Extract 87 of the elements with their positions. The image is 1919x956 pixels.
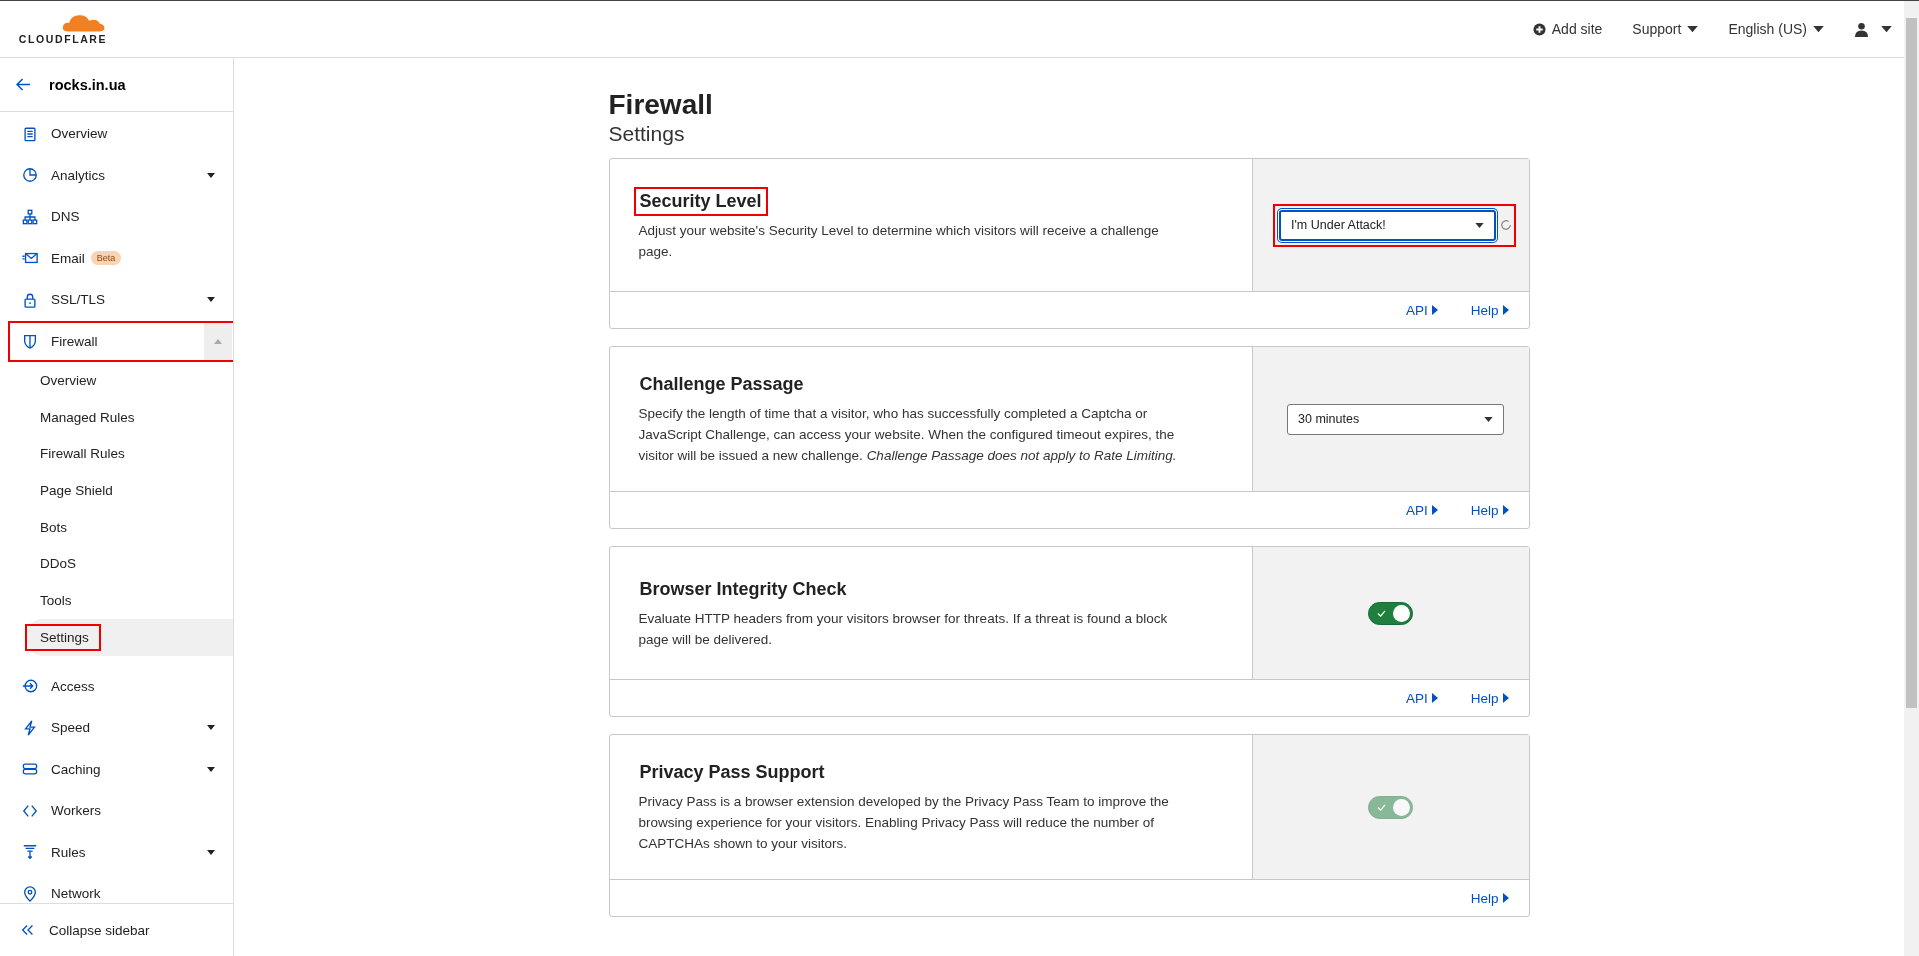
card-title: Privacy Pass Support [638,761,826,784]
sidebar-subitem[interactable]: Tools [25,582,233,619]
bolt-icon [22,719,38,736]
caret-icon [1475,222,1484,228]
sitemap-icon [22,208,38,225]
card-link[interactable]: Help [1470,690,1509,706]
collapse-sidebar-button[interactable]: Collapse sidebar [0,903,233,956]
subitem-label: Overview [39,371,98,390]
caret-right-icon [1502,305,1509,315]
card-link[interactable]: API [1405,302,1438,318]
sidebar-subitem[interactable]: Settings [25,618,233,656]
card-description: Adjust your website's Security Level to determine which visitors will receive a challenge page. [638,221,1160,261]
caret-right-icon [1431,505,1438,515]
check-icon [1377,803,1386,811]
subitem-label: Settings [25,623,101,651]
funnel-icon [22,844,38,861]
subitem-label: Managed Rules [39,408,136,427]
cloudflare-logo[interactable]: CLOUDFLARE [14,13,112,45]
stack-icon [22,761,38,778]
sidebar-subitem[interactable]: Managed Rules [25,398,233,436]
add-site-button[interactable]: Add site [1532,21,1603,37]
card-title: Security Level [633,186,768,216]
sidebar-subitem[interactable]: Bots [25,508,233,546]
site-back-link[interactable]: rocks.in.ua [0,58,233,112]
subitem-label: Page Shield [39,481,114,500]
sidebar-item[interactable]: Speed [8,707,232,749]
card-description: Specify the length of time that a visitor, who has successfully completed a Captcha or JavaScript Challenge, can access your website. When the configured timeout expires, the visitor will be issued a new challenge. Challenge Passage does not apply to Rate Limiting. [638,405,1178,465]
toggle-switch[interactable] [1368,601,1413,625]
code-icon [22,802,38,819]
pie-icon [22,167,38,184]
caret-right-icon [1502,893,1509,903]
card-description: Evaluate HTTP headers from your visitors browser for threats. If a threat is found a block page will be delivered. [638,609,1169,649]
access-icon [22,678,38,695]
menu-dropdown[interactable]: Support [1632,21,1699,37]
caret-icon [1881,25,1892,33]
card-title: Challenge Passage [638,373,805,396]
caret-icon [1813,25,1824,33]
page-title: Firewall [608,90,714,120]
sidebar-item[interactable]: Workers [8,790,232,832]
card-link[interactable]: Help [1470,302,1509,318]
caret-right-icon [1431,693,1438,703]
sidebar-item[interactable]: Caching [8,748,232,790]
cloud-icon [60,13,106,33]
sidebar-item[interactable]: Email Beta [8,237,232,279]
caret-right-icon [1502,693,1509,703]
caret-icon [1687,25,1699,33]
scrollbar-thumb[interactable] [1906,18,1917,708]
shield-icon [22,333,38,350]
dropdown-select[interactable]: 30 minutes [1287,403,1504,435]
sidebar-item[interactable]: Access [8,665,232,707]
sidebar-subitem[interactable]: Firewall Rules [25,435,233,473]
subitem-label: DDoS [39,555,77,574]
lock-icon [22,291,38,308]
user-menu-button[interactable] [1854,21,1892,37]
card-link[interactable]: API [1405,502,1438,518]
card-link[interactable]: Help [1470,502,1509,518]
user-icon [1854,21,1869,37]
pin-icon [22,885,38,902]
caret-right-icon [1431,305,1438,315]
sidebar-item[interactable]: Network [8,873,232,903]
menu-dropdown[interactable]: English (US) [1728,21,1824,37]
subitem-label: Tools [39,591,73,610]
back-arrow-icon [16,78,31,91]
sidebar-item[interactable]: DNS [8,196,232,238]
sidebar-item[interactable]: Analytics [8,154,232,196]
sidebar-subitem[interactable]: Overview [25,362,233,399]
dropdown-select[interactable]: I'm Under Attack! [1279,209,1496,241]
subitem-label: Bots [39,518,68,537]
plus-circle-icon [1532,22,1546,36]
sidebar-item[interactable]: SSL/TLS [8,279,232,321]
clipboard-icon [22,125,38,142]
card-title: Browser Integrity Check [638,577,848,601]
card-link[interactable]: Help [1470,890,1509,906]
page-subtitle: Settings [608,121,686,147]
card-link[interactable]: API [1405,690,1438,706]
sidebar-subitem[interactable]: DDoS [25,545,233,583]
sidebar-item[interactable]: Firewall [8,320,233,362]
check-icon [1377,609,1386,617]
subitem-label: Firewall Rules [39,445,126,464]
scrollbar[interactable] [1904,1,1919,956]
beta-badge: Beta [90,251,122,266]
sidebar-subitem[interactable]: Page Shield [25,472,233,509]
sidebar-item[interactable]: Overview [8,113,232,155]
caret-right-icon [1502,505,1509,515]
caret-icon [1484,416,1493,422]
card-description: Privacy Pass is a browser extension developed by the Privacy Pass Team to improve the browsing experience for your visitors. Enabling Privacy Pass will reduce the number of CAPTCHAs shown to your visitors. [638,793,1170,853]
sidebar-item[interactable]: Rules [8,831,232,873]
